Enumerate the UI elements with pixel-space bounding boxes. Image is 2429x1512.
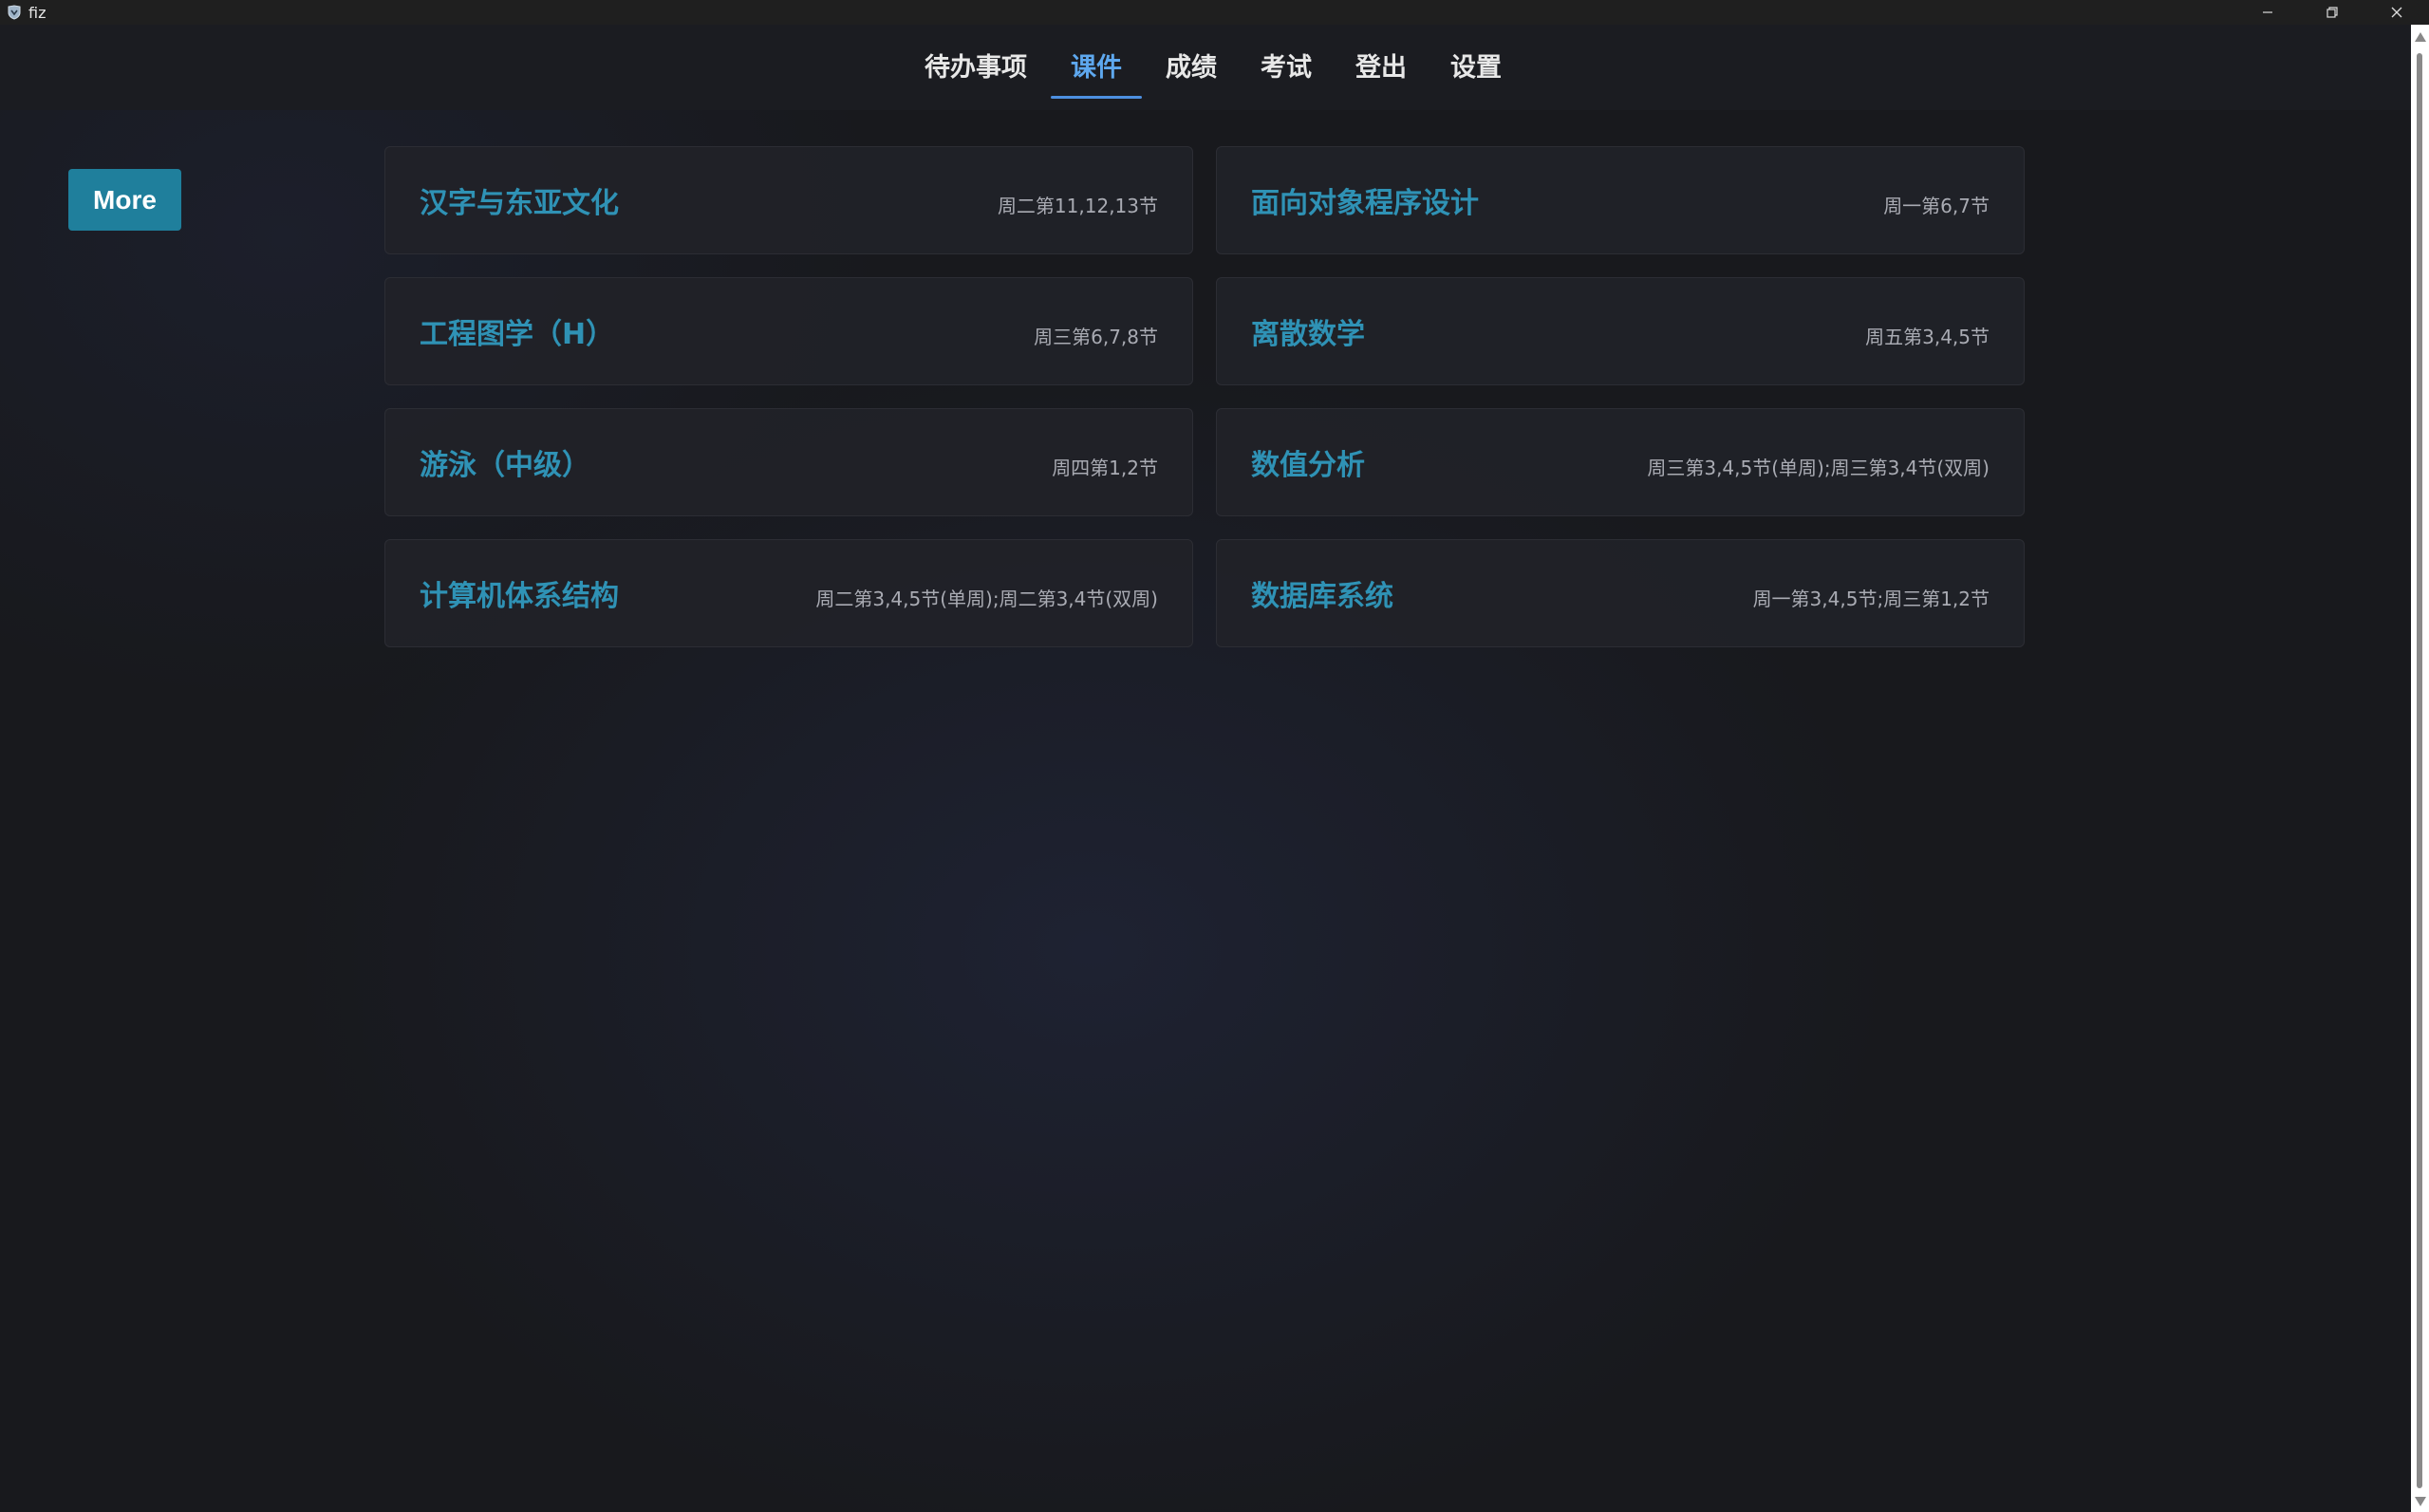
app-window: fiz 待办事项 课件 成绩 考试 登出 设置 More 汉字与东亚文化 周二第… <box>0 0 2429 1512</box>
course-card[interactable]: 数据库系统 周一第3,4,5节;周三第1,2节 <box>1216 539 2025 647</box>
course-card[interactable]: 数值分析 周三第3,4,5节(单周);周三第3,4节(双周) <box>1216 408 2025 516</box>
tab-courseware[interactable]: 课件 <box>1049 25 1144 110</box>
app-logo-icon <box>6 4 23 21</box>
course-card[interactable]: 工程图学（H） 周三第6,7,8节 <box>384 277 1193 385</box>
scroll-thumb[interactable] <box>2417 53 2422 1488</box>
course-schedule: 周四第1,2节 <box>1052 456 1158 479</box>
tab-grades[interactable]: 成绩 <box>1144 25 1239 110</box>
course-card[interactable]: 汉字与东亚文化 周二第11,12,13节 <box>384 146 1193 254</box>
course-title: 面向对象程序设计 <box>1251 187 1479 220</box>
more-button[interactable]: More <box>68 169 181 231</box>
tab-todo[interactable]: 待办事项 <box>903 25 1049 110</box>
course-title: 数据库系统 <box>1251 580 1393 613</box>
tab-settings[interactable]: 设置 <box>1429 25 1523 110</box>
minimize-icon <box>2263 11 2272 13</box>
vertical-scrollbar[interactable] <box>2411 25 2429 1512</box>
tab-exams[interactable]: 考试 <box>1239 25 1334 110</box>
restore-icon <box>2326 7 2338 18</box>
course-card[interactable]: 游泳（中级） 周四第1,2节 <box>384 408 1193 516</box>
course-schedule: 周二第3,4,5节(单周);周二第3,4节(双周) <box>815 587 1158 610</box>
nav-tabs: 待办事项 课件 成绩 考试 登出 设置 <box>903 25 1523 110</box>
minimize-button[interactable] <box>2235 0 2300 25</box>
course-schedule: 周一第3,4,5节;周三第1,2节 <box>1752 587 1990 610</box>
course-title: 工程图学（H） <box>420 318 615 351</box>
course-title: 汉字与东亚文化 <box>420 187 619 220</box>
course-schedule: 周三第3,4,5节(单周);周三第3,4节(双周) <box>1647 456 1990 479</box>
course-grid: 汉字与东亚文化 周二第11,12,13节 面向对象程序设计 周一第6,7节 工程… <box>384 146 2025 647</box>
tab-logout[interactable]: 登出 <box>1334 25 1429 110</box>
title-bar: fiz <box>0 0 2429 25</box>
course-title: 计算机体系结构 <box>420 580 619 613</box>
course-schedule: 周二第11,12,13节 <box>997 194 1158 217</box>
close-button[interactable] <box>2364 0 2429 25</box>
course-title: 离散数学 <box>1251 318 1365 351</box>
scroll-down-arrow-icon[interactable] <box>2415 1497 2426 1506</box>
top-navigation: 待办事项 课件 成绩 考试 登出 设置 <box>0 25 2411 110</box>
scroll-up-arrow-icon[interactable] <box>2415 32 2426 42</box>
course-title: 游泳（中级） <box>420 449 590 482</box>
course-schedule: 周五第3,4,5节 <box>1865 325 1990 348</box>
close-icon <box>2391 7 2402 18</box>
course-title: 数值分析 <box>1251 449 1365 482</box>
course-card[interactable]: 离散数学 周五第3,4,5节 <box>1216 277 2025 385</box>
course-card[interactable]: 面向对象程序设计 周一第6,7节 <box>1216 146 2025 254</box>
course-card[interactable]: 计算机体系结构 周二第3,4,5节(单周);周二第3,4节(双周) <box>384 539 1193 647</box>
restore-button[interactable] <box>2300 0 2364 25</box>
window-controls <box>2235 0 2429 25</box>
course-schedule: 周三第6,7,8节 <box>1034 325 1158 348</box>
course-schedule: 周一第6,7节 <box>1883 194 1990 217</box>
window-title: fiz <box>28 3 47 22</box>
